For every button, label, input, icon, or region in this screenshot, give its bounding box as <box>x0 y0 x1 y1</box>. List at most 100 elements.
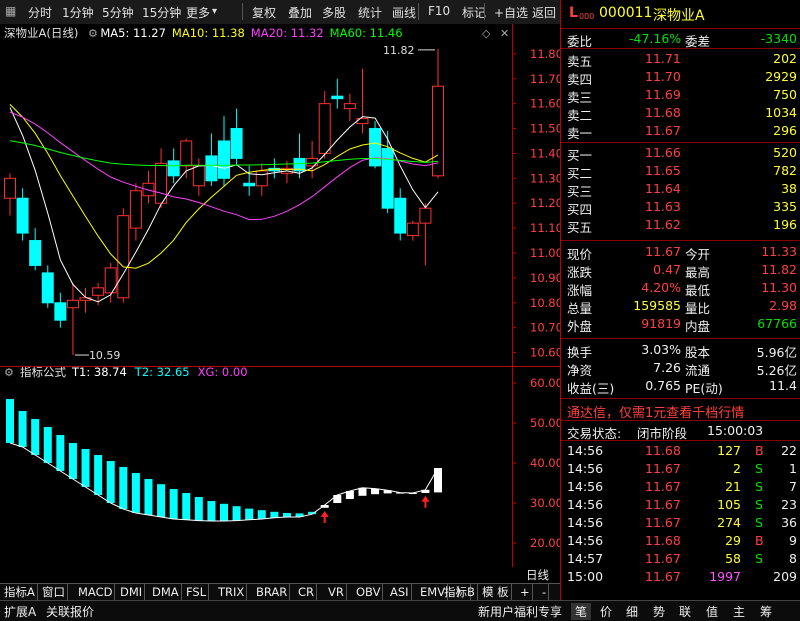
tick-time: 14:56 <box>567 497 604 512</box>
bid-price: 11.65 <box>645 163 681 178</box>
stat-row: 涨幅 4.20% 最低 11.30 <box>567 279 799 298</box>
market-badge: L <box>569 5 578 21</box>
panel-tab-2[interactable]: 细 <box>626 603 638 620</box>
indicator-bar <box>282 513 291 517</box>
panel-tab-6[interactable]: 主 <box>733 603 745 620</box>
toolbar-button-1[interactable]: 1分钟 <box>62 4 94 21</box>
status-extension-a[interactable]: 扩展A <box>4 603 36 620</box>
indicator-tab-9[interactable]: VR <box>326 584 347 600</box>
y-tick-label: 11.50 <box>530 122 560 136</box>
indicator-tab-0[interactable]: 指标A <box>2 584 38 600</box>
y-tick-label: 10.80 <box>530 296 560 310</box>
y-tick-label: 11.80 <box>530 47 560 61</box>
candle-body <box>16 197 29 234</box>
tick-time: 14:56 <box>567 461 604 476</box>
panel-tab-3[interactable]: 势 <box>653 603 665 620</box>
stat-value: 67766 <box>757 316 797 331</box>
toolbar-button-0[interactable]: 分时 <box>28 4 52 21</box>
indicator-tab-1[interactable]: 窗口 <box>40 584 68 600</box>
tick-volume: 105 <box>717 497 741 512</box>
tick-volume: 29 <box>725 533 741 548</box>
trade-status-row: 交易状态: 闭市阶段 15:00:03 <box>567 422 799 441</box>
indicator-bar <box>56 435 65 471</box>
panel-divider <box>561 142 800 143</box>
y-tick-label: 11.30 <box>530 171 560 185</box>
kline-chart[interactable]: 11.80 11.70 11.60 11.50 11.40 11.30 11.20 11.10… <box>0 24 560 367</box>
candle-body <box>29 240 42 266</box>
toolbar-button-2[interactable]: 5分钟 <box>102 4 134 21</box>
tick-volume: 274 <box>717 515 741 530</box>
toolbar-button-3[interactable]: 15分钟 <box>142 4 181 21</box>
indicator-tab-6[interactable]: TRIX <box>216 584 248 600</box>
panel-tab-1[interactable]: 价 <box>600 603 612 620</box>
indicator-tab-8[interactable]: CR <box>296 584 318 600</box>
indicator-bar <box>194 497 203 521</box>
candle-body <box>394 197 407 234</box>
weibi-row: 委比 -47.16% 委差 -3340 <box>567 30 799 49</box>
tick-side: S <box>755 497 763 512</box>
tick-price: 11.67 <box>645 551 681 566</box>
tick-side: S <box>755 515 763 530</box>
indicator-tab-5[interactable]: FSL <box>184 584 210 600</box>
bid-price: 11.63 <box>645 199 681 214</box>
tick-row: 14:56 11.67 274 S 36 <box>567 514 799 532</box>
indicator-tab-right-3[interactable]: - <box>540 584 550 600</box>
fundamental-label: PE(动) <box>685 381 723 396</box>
indicator-tab-7[interactable]: BRAR <box>254 584 291 600</box>
indicator-tab-4[interactable]: DMA <box>150 584 182 600</box>
toolbar-button-9[interactable]: 画线 <box>392 4 416 21</box>
candle-body <box>406 222 419 237</box>
fundamental-row: 换手 3.03% 股本 5.96亿 <box>567 341 799 360</box>
toolbar-button-8[interactable]: 统计 <box>358 4 382 21</box>
new-user-promo[interactable]: 新用户福利专享 <box>478 603 562 620</box>
fundamental-row: 收益(三) 0.765 PE(动) 11.4 <box>567 377 799 396</box>
indicator-tab-right-0[interactable]: 指标B <box>442 584 478 600</box>
candle-body <box>432 85 444 177</box>
promo-banner[interactable]: 通达信，仅需1元查看千档行情 <box>567 401 799 421</box>
y-tick-label: 40.00 <box>530 456 560 470</box>
settings-icon: ⚙ <box>4 367 14 379</box>
tick-price: 11.67 <box>645 479 681 494</box>
toolbar-separator <box>484 3 485 20</box>
tick-row: 14:57 11.67 58 S 8 <box>567 550 799 568</box>
toolbar-button-4[interactable]: 更多 <box>186 4 210 21</box>
tick-row: 14:56 11.68 29 B 9 <box>567 532 799 550</box>
indicator-tab-3[interactable]: DMI <box>118 584 146 600</box>
ask-volume: 202 <box>773 51 797 66</box>
panel-divider <box>561 420 800 421</box>
panel-tab-5[interactable]: 值 <box>706 603 718 620</box>
y-tick-label: 10.70 <box>530 321 560 335</box>
y-tick-label: 11.70 <box>530 72 560 86</box>
tick-volume: 58 <box>725 551 741 566</box>
toolbar-button-13[interactable]: 返回 <box>532 4 556 21</box>
indicator-chart[interactable]: 60.0050.0040.0030.0020.00指标公式 T1: 38.74 T2… <box>0 367 560 567</box>
panel-divider <box>561 338 800 339</box>
tick-row: 14:56 11.68 127 B 22 <box>567 442 799 460</box>
indicator-bar <box>131 473 140 513</box>
toolbar-button-12[interactable]: +自选 <box>494 4 528 21</box>
indicator-tab-11[interactable]: ASI <box>388 584 412 600</box>
toolbar-button-6[interactable]: 叠加 <box>288 4 312 21</box>
panel-tab-4[interactable]: 联 <box>679 603 691 620</box>
grid-icon[interactable]: ▦ <box>5 4 16 18</box>
candle-body <box>381 147 394 209</box>
candle-body <box>331 95 344 100</box>
panel-tab-0[interactable]: 笔 <box>571 603 592 620</box>
panel-tab-7[interactable]: 筹 <box>760 603 772 620</box>
toolbar-button-11[interactable]: 标记 <box>462 4 486 21</box>
period-label[interactable]: 日线 <box>524 567 551 583</box>
indicator-tab-2[interactable]: MACD <box>76 584 116 600</box>
toolbar-button-10[interactable]: F10 <box>428 4 450 18</box>
bid-row: 买二 11.65 782 <box>567 162 799 181</box>
chevron-down-icon[interactable]: ▾ <box>212 6 217 17</box>
toolbar-button-7[interactable]: 多股 <box>322 4 346 21</box>
indicator-tab-right-2[interactable]: + <box>518 584 533 600</box>
stat-value: 11.30 <box>761 280 797 295</box>
indicator-tab-right-1[interactable]: 模 板 <box>480 584 512 600</box>
ask-price: 11.71 <box>645 51 681 66</box>
bid-volume: 335 <box>773 199 797 214</box>
tick-time: 14:56 <box>567 533 604 548</box>
status-related-quotes[interactable]: 关联报价 <box>46 603 94 620</box>
indicator-tab-10[interactable]: OBV <box>354 584 384 600</box>
toolbar-button-5[interactable]: 复权 <box>252 4 276 21</box>
